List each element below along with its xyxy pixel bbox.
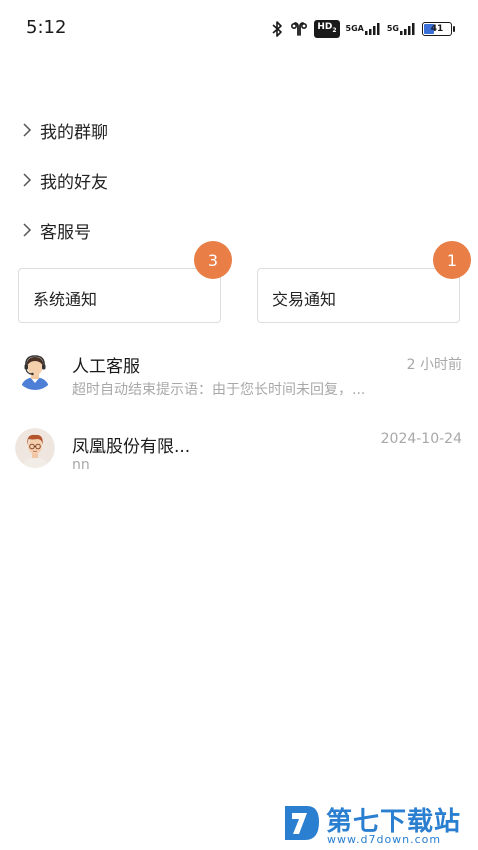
customer-service-agent-avatar bbox=[15, 350, 55, 390]
chevron-right-icon bbox=[22, 173, 34, 187]
signal-5ga-icon: 5GA bbox=[346, 23, 381, 35]
user-portrait-avatar bbox=[15, 428, 55, 468]
signal-5g-icon: 5G bbox=[387, 23, 416, 35]
group-my-friends[interactable]: 我的好友 bbox=[22, 165, 108, 195]
notice-label: 系统通知 bbox=[33, 290, 98, 309]
conversation-preview: 超时自动结束提示语：由于您长时间未回复，... bbox=[72, 382, 366, 398]
conversation-time: 2 小时前 bbox=[406, 357, 462, 373]
chevron-right-icon bbox=[22, 123, 34, 137]
status-bar: 5:12 HD2 5GA 5G 41 bbox=[0, 0, 478, 56]
status-icons: HD2 5GA 5G 41 bbox=[270, 18, 455, 40]
conversation-time: 2024-10-24 bbox=[380, 431, 462, 447]
group-label: 客服号 bbox=[40, 222, 91, 243]
trade-notice-card[interactable]: 交易通知 1 bbox=[257, 241, 471, 323]
conversation-name: 凤凰股份有限... bbox=[72, 437, 191, 457]
bluetooth-icon bbox=[270, 20, 284, 38]
chevron-right-icon bbox=[22, 223, 34, 237]
conversation-item[interactable]: 人工客服 2 小时前 超时自动结束提示语：由于您长时间未回复，... bbox=[0, 340, 478, 410]
unread-badge: 1 bbox=[433, 241, 471, 279]
conversation-preview: nn bbox=[72, 457, 90, 473]
battery-level: 41 bbox=[430, 24, 444, 34]
notice-label: 交易通知 bbox=[272, 290, 337, 309]
group-my-group-chats[interactable]: 我的群聊 bbox=[22, 115, 108, 145]
hd-voice-icon: HD2 bbox=[314, 20, 340, 38]
site-watermark: 第七下载站 www.d7down.com bbox=[283, 798, 473, 850]
status-time: 5:12 bbox=[26, 17, 67, 38]
group-label: 我的好友 bbox=[40, 172, 108, 193]
conversation-name: 人工客服 bbox=[72, 357, 140, 377]
system-notice-card[interactable]: 系统通知 3 bbox=[18, 241, 232, 323]
group-label: 我的群聊 bbox=[40, 122, 108, 143]
conversation-item[interactable]: 凤凰股份有限... 2024-10-24 nn bbox=[0, 418, 478, 488]
earbuds-icon bbox=[290, 20, 308, 38]
battery-icon: 41 bbox=[422, 22, 455, 36]
watermark-url: www.d7down.com bbox=[327, 833, 442, 846]
d7-logo-icon bbox=[283, 800, 321, 846]
unread-badge: 3 bbox=[194, 241, 232, 279]
group-customer-service[interactable]: 客服号 bbox=[22, 215, 91, 245]
contacts-screen: 5:12 HD2 5GA 5G 41 我的群聊 我的好友 客服号 系统通知 3 … bbox=[0, 0, 478, 850]
